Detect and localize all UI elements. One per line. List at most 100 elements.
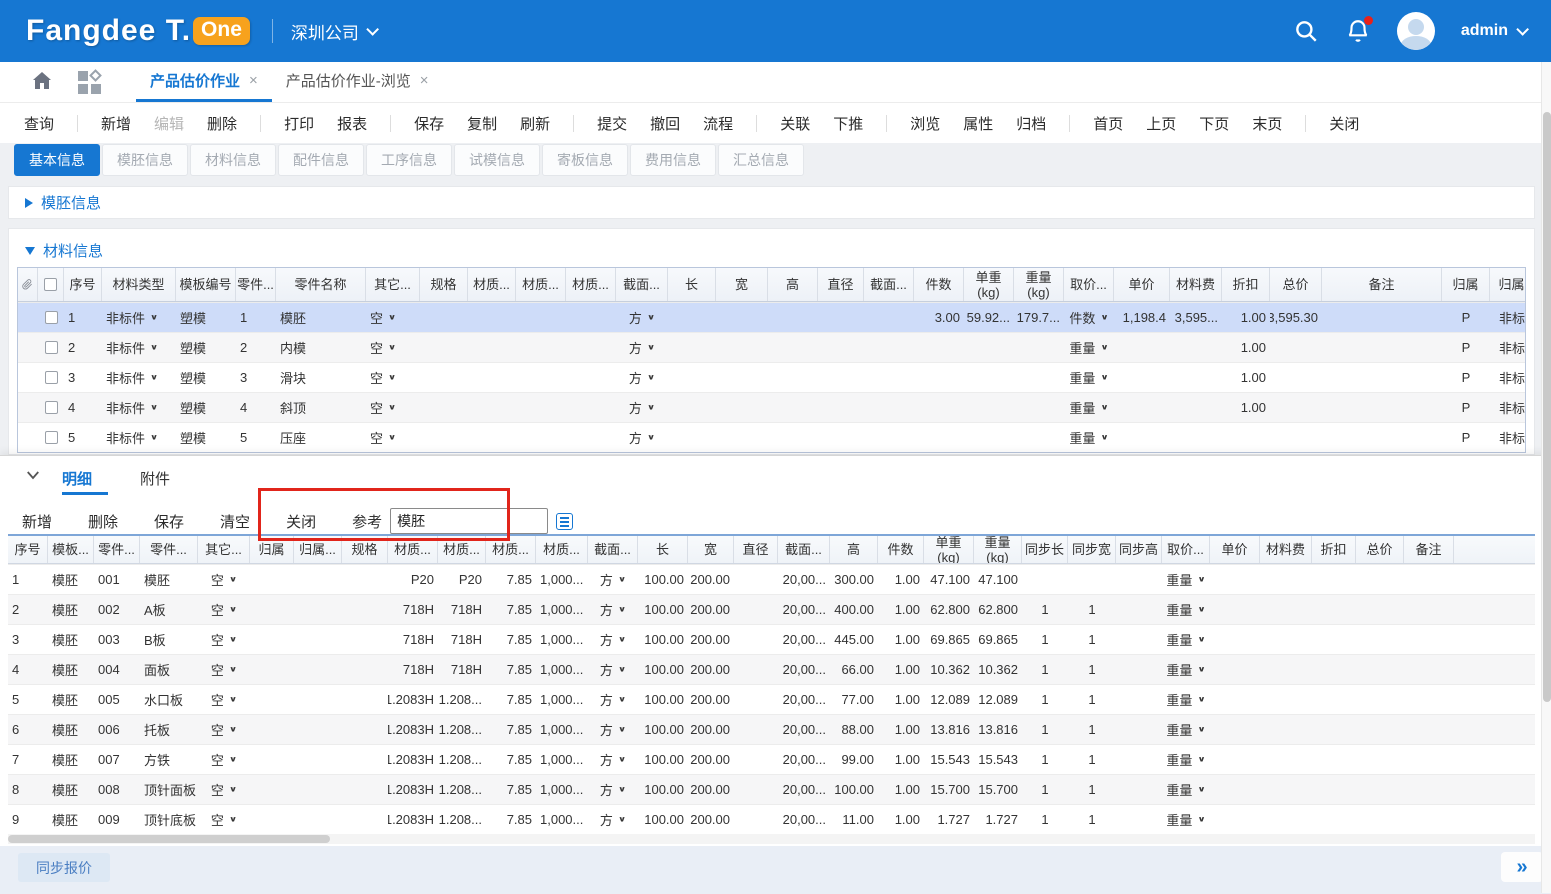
cell[interactable] (1404, 805, 1454, 834)
cell[interactable] (1356, 685, 1404, 714)
cell[interactable] (1312, 625, 1356, 654)
cell[interactable] (250, 745, 294, 774)
dropdown-chevron-icon[interactable]: ∨ (647, 403, 655, 411)
cell[interactable] (1260, 565, 1312, 594)
cell[interactable] (250, 685, 294, 714)
cell[interactable]: 方∨ (616, 423, 668, 452)
cell[interactable]: 方∨ (588, 775, 638, 804)
toolbar-button[interactable]: 首页 (1093, 113, 1123, 134)
dropdown-chevron-icon[interactable]: ∨ (229, 815, 237, 823)
cell[interactable]: 718H (388, 625, 438, 654)
cell[interactable]: 1,000... (536, 715, 588, 744)
cell[interactable]: 空∨ (366, 333, 420, 362)
cell[interactable] (864, 423, 914, 452)
cell[interactable]: 空∨ (366, 393, 420, 422)
cell[interactable]: 方∨ (616, 393, 668, 422)
cell[interactable]: 7.85 (486, 565, 536, 594)
cell[interactable]: 20,00... (778, 805, 830, 834)
cell[interactable]: 2 (236, 333, 276, 362)
cell[interactable]: 5 (64, 423, 102, 452)
cell[interactable]: 200.00 (688, 595, 734, 624)
cell[interactable]: 15.700 (924, 775, 974, 804)
cell[interactable]: 1.727 (924, 805, 974, 834)
cell[interactable]: 1,000... (536, 655, 588, 684)
cell[interactable]: 重量∨ (1162, 805, 1210, 834)
cell[interactable] (294, 745, 342, 774)
cell[interactable]: 内模 (276, 333, 366, 362)
cell[interactable]: 59.92... (964, 303, 1014, 332)
cell[interactable] (1356, 625, 1404, 654)
cell[interactable] (1210, 655, 1260, 684)
dock-toolbar-button[interactable]: 新增 (22, 511, 52, 532)
dropdown-chevron-icon[interactable]: ∨ (1100, 343, 1108, 351)
cell[interactable]: 006 (94, 715, 140, 744)
cell[interactable]: 12.089 (924, 685, 974, 714)
cell[interactable]: 1 (1068, 775, 1116, 804)
cell[interactable] (1116, 625, 1162, 654)
cell[interactable]: 非标件∨ (102, 303, 176, 332)
cell[interactable]: 1 (1022, 805, 1068, 834)
dropdown-chevron-icon[interactable]: ∨ (1197, 635, 1205, 643)
close-icon[interactable]: × (249, 72, 258, 89)
cell[interactable]: 20,00... (778, 745, 830, 774)
cell[interactable] (1114, 393, 1170, 422)
cell[interactable]: 7.85 (486, 625, 536, 654)
cell[interactable] (1356, 565, 1404, 594)
cell[interactable]: 445.00 (830, 625, 878, 654)
cell[interactable] (1270, 333, 1322, 362)
cell[interactable] (964, 393, 1014, 422)
cell[interactable]: 1.2083H (388, 685, 438, 714)
cell[interactable]: 1.00 (878, 805, 924, 834)
cell[interactable]: 13.816 (924, 715, 974, 744)
dropdown-chevron-icon[interactable]: ∨ (1197, 665, 1205, 673)
cell[interactable] (768, 393, 818, 422)
cell[interactable] (1116, 565, 1162, 594)
dock-toolbar-button[interactable]: 删除 (88, 511, 118, 532)
toolbar-button[interactable]: 浏览 (910, 113, 940, 134)
cell[interactable]: 100.00 (638, 595, 688, 624)
cell[interactable]: 1 (8, 565, 48, 594)
cell[interactable]: 重量∨ (1064, 333, 1114, 362)
window-tab[interactable]: 产品估价作业-浏览× (272, 62, 443, 102)
checkbox-icon[interactable] (44, 278, 57, 291)
cell[interactable]: B板 (140, 625, 198, 654)
toolbar-button[interactable]: 新增 (101, 113, 131, 134)
cell[interactable] (1170, 333, 1222, 362)
close-icon[interactable]: × (420, 72, 429, 89)
cell[interactable] (250, 595, 294, 624)
cell[interactable]: 15.543 (974, 745, 1022, 774)
cell[interactable]: 007 (94, 745, 140, 774)
cell[interactable] (250, 565, 294, 594)
cell[interactable]: 1.00 (1222, 393, 1270, 422)
cell[interactable]: 100.00 (830, 775, 878, 804)
cell[interactable] (342, 745, 388, 774)
cell[interactable] (1270, 423, 1322, 452)
dropdown-chevron-icon[interactable]: ∨ (150, 403, 158, 411)
cell[interactable]: 1.208... (438, 715, 486, 744)
cell[interactable]: 001 (94, 565, 140, 594)
toolbar-button[interactable]: 关联 (780, 113, 810, 134)
cell[interactable] (294, 565, 342, 594)
cell[interactable] (1210, 805, 1260, 834)
cell[interactable] (818, 423, 864, 452)
table-row[interactable]: 6模胚006托板空∨1.2083H1.208...7.851,000...方∨1… (8, 714, 1535, 744)
notification-bell-icon[interactable] (1345, 18, 1371, 44)
cell[interactable]: 方∨ (616, 333, 668, 362)
dropdown-chevron-icon[interactable]: ∨ (618, 785, 626, 793)
cell[interactable]: 重量∨ (1162, 715, 1210, 744)
dropdown-chevron-icon[interactable]: ∨ (388, 373, 396, 381)
cell[interactable]: 1 (1022, 715, 1068, 744)
cell[interactable]: 9 (8, 805, 48, 834)
cell[interactable]: P (1442, 363, 1490, 392)
row-checkbox-cell[interactable] (38, 393, 64, 422)
cell[interactable]: 1.208... (438, 805, 486, 834)
cell[interactable]: 200.00 (688, 715, 734, 744)
cell[interactable] (1116, 805, 1162, 834)
cell[interactable] (1210, 775, 1260, 804)
cell[interactable]: 3,595.30 (1270, 303, 1322, 332)
cell[interactable]: 7.85 (486, 715, 536, 744)
cell[interactable] (1260, 655, 1312, 684)
cell[interactable]: 6 (8, 715, 48, 744)
cell[interactable]: P (1442, 333, 1490, 362)
cell[interactable]: 5 (8, 685, 48, 714)
